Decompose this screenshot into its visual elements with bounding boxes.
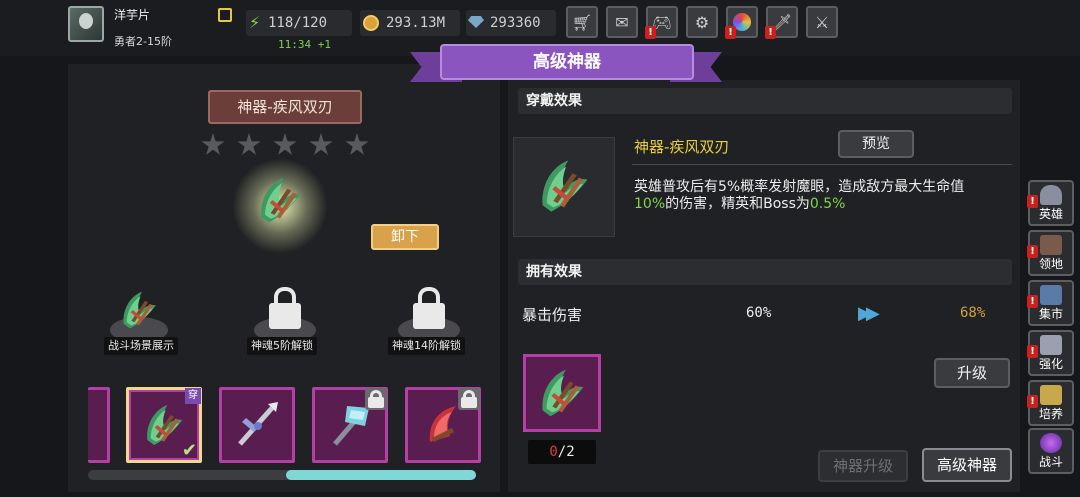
gold-coin-icon <box>363 15 379 31</box>
side-nav-hero[interactable]: 英雄 ! <box>1027 180 1074 226</box>
preview-button[interactable]: 预览 <box>838 130 914 158</box>
jade-twin-blade-icon <box>116 287 162 333</box>
page-title: 高级神器 <box>440 44 694 80</box>
player-name: 洋芋片 <box>114 8 151 22</box>
spin-wheel-button[interactable]: ! <box>725 6 758 39</box>
silver-spear-icon <box>238 402 278 446</box>
lock-icon-body <box>413 303 445 329</box>
portal-icon <box>1040 433 1062 453</box>
checkmark-icon: ✔ <box>181 440 197 461</box>
equipped-badge: 穿 <box>185 388 201 404</box>
shop-button[interactable]: 🛒︎ <box>566 6 598 38</box>
side-nav-territory[interactable]: 领地 ! <box>1027 230 1074 276</box>
slot-label: 战斗场景展示 <box>104 337 178 355</box>
tab-advanced-artifact[interactable]: 高级神器 <box>922 448 1012 482</box>
stat-current-value: 60% <box>746 305 772 321</box>
trophy-icon <box>1040 385 1062 405</box>
shop-cart-icon: 🛒︎ <box>571 12 593 32</box>
notification-badge: ! <box>645 26 656 39</box>
events-button[interactable]: 🎮︎! <box>645 6 678 39</box>
quest-button[interactable]: 🗡︎! <box>765 6 798 39</box>
artifact-name: 神器-疾风双刃 <box>634 138 730 156</box>
artifact-card-selected[interactable]: 穿 ✔ <box>126 387 202 463</box>
crossed-swords-icon: ⚔ <box>814 12 830 32</box>
notification-badge: ! <box>725 26 736 39</box>
effect-description-line2: 10%的伤害，精英和Boss为0.5% <box>634 193 845 213</box>
lightning-icon: ⚡ <box>249 13 261 32</box>
notification-badge: ! <box>1027 345 1038 358</box>
notification-badge: ! <box>765 26 776 39</box>
jade-twin-blade-icon <box>532 152 596 220</box>
anvil-icon <box>1040 335 1062 355</box>
slot-label: 神魂5阶解锁 <box>247 337 317 355</box>
effect-value-highlight: 10% <box>634 196 666 212</box>
stat-name: 暴击伤害 <box>522 306 583 324</box>
jade-twin-blade-icon <box>533 362 591 424</box>
material-need: /2 <box>557 444 575 460</box>
market-icon <box>1040 285 1062 305</box>
double-chevron-right-icon: ▶▶ <box>858 303 880 324</box>
slot-label: 神魂14阶解锁 <box>388 337 465 355</box>
mail-button[interactable]: ✉ <box>606 6 638 38</box>
tab-artifact-upgrade[interactable]: 神器升级 <box>818 450 908 482</box>
artifact-name-plate: 神器-疾风双刃 <box>208 90 362 124</box>
edit-name-icon[interactable] <box>218 8 232 22</box>
notification-badge: ! <box>1027 195 1038 208</box>
energy-timer: 11:34 +1 <box>278 38 331 51</box>
side-nav-train[interactable]: 培养 ! <box>1027 380 1074 426</box>
unequip-button[interactable]: 卸下 <box>371 224 439 250</box>
effect-description-text: 的伤害，精英和Boss为 <box>665 196 810 212</box>
player-rank: 勇者2-15阶 <box>114 35 172 48</box>
divider <box>632 164 1012 165</box>
lock-icon <box>365 388 387 410</box>
material-count: 0/2 <box>528 440 596 464</box>
side-nav-label: 战斗 <box>1038 455 1063 469</box>
notification-badge: ! <box>1027 295 1038 308</box>
mail-icon: ✉ <box>615 12 629 32</box>
artifact-card[interactable] <box>405 387 481 463</box>
side-nav-market[interactable]: 集市 ! <box>1027 280 1074 326</box>
lock-icon <box>458 388 480 410</box>
jade-twin-blade-icon <box>252 172 308 228</box>
upgrade-button[interactable]: 升级 <box>934 358 1010 388</box>
energy-value: 118/120 <box>268 15 328 31</box>
settings-gear-icon: ⚙ <box>694 12 710 32</box>
carousel-scrollbar-thumb[interactable] <box>286 470 476 480</box>
helmet-icon <box>1040 185 1062 205</box>
settings-button[interactable]: ⚙ <box>686 6 718 38</box>
gold-value: 293.13M <box>386 15 446 31</box>
artifact-card-partial[interactable] <box>88 387 110 463</box>
wear-effect-header: 穿戴效果 <box>518 88 1012 114</box>
artifact-card[interactable] <box>312 387 388 463</box>
own-effect-header: 拥有效果 <box>518 259 1012 285</box>
material-have: 0 <box>549 444 558 460</box>
stat-next-value: 68% <box>960 305 986 321</box>
side-nav-enhance[interactable]: 强化 ! <box>1027 330 1074 376</box>
lock-icon-body <box>269 303 301 329</box>
battle-button[interactable]: ⚔ <box>806 6 838 38</box>
gem-value: 293360 <box>490 15 541 31</box>
notification-badge: ! <box>1027 395 1038 408</box>
player-avatar[interactable] <box>68 6 104 42</box>
castle-icon <box>1040 235 1062 255</box>
notification-badge: ! <box>1027 245 1038 258</box>
side-nav-battle[interactable]: 战斗 <box>1028 428 1074 474</box>
effect-value-highlight: 0.5% <box>809 196 846 212</box>
artifact-card[interactable] <box>219 387 295 463</box>
